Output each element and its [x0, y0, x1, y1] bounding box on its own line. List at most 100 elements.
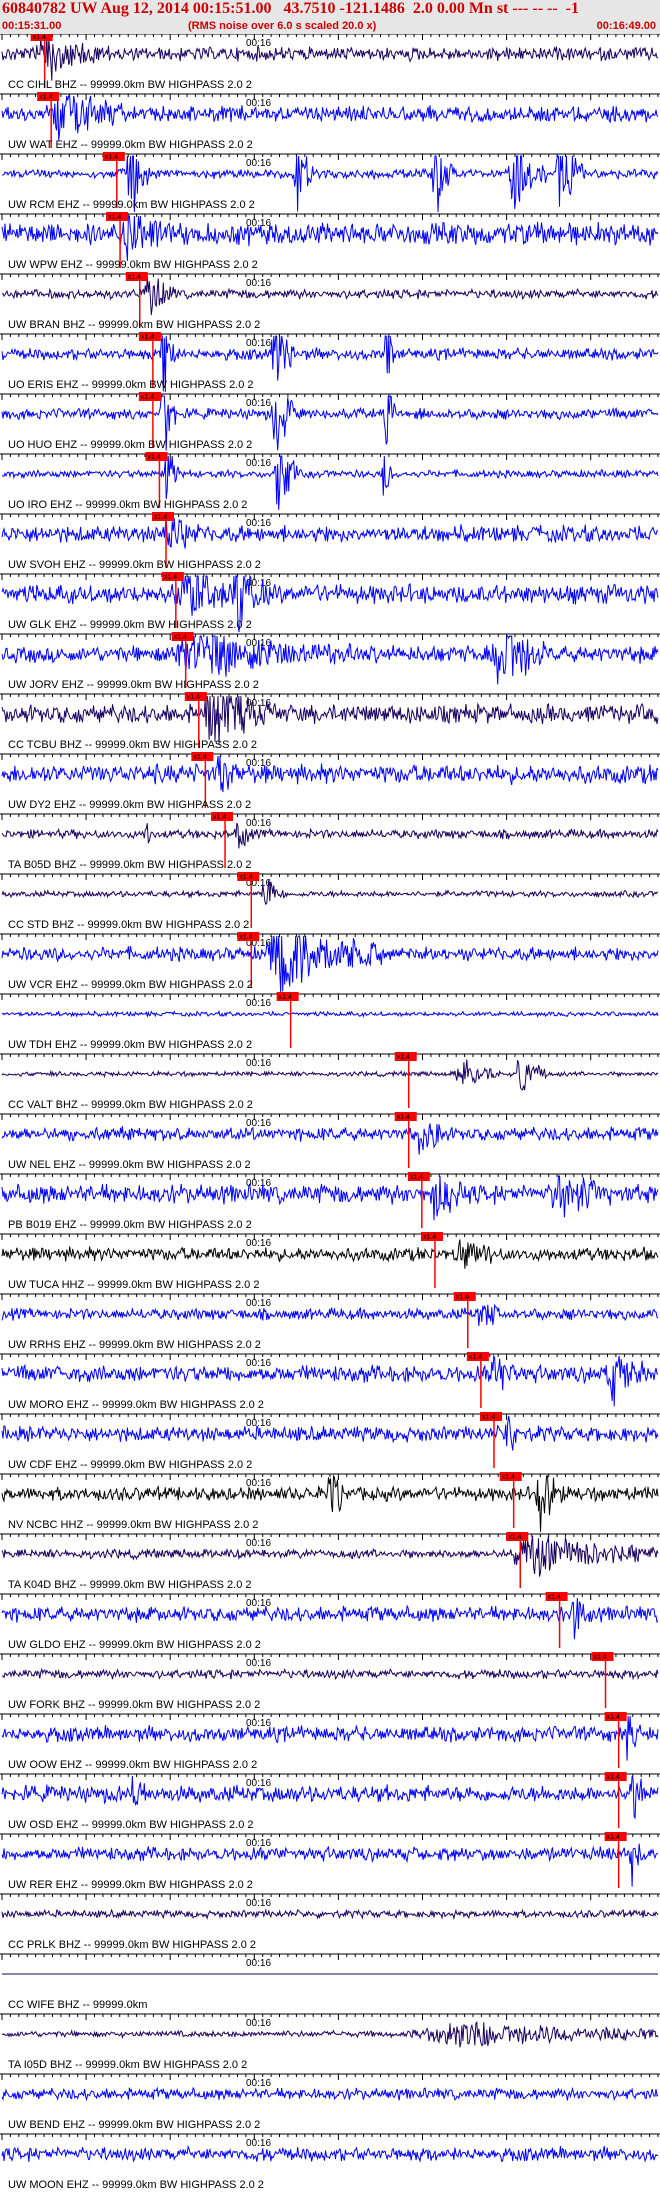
station-label: UW BEND EHZ -- 99999.0km BW HIGHPASS 2.0… [8, 2119, 260, 2131]
pick-label: x1.4 [193, 754, 206, 761]
time-ticks [1, 1834, 659, 1840]
waveform-trace [1, 517, 659, 549]
waveform-trace [1, 2020, 659, 2048]
station-label: TA B05D BHZ -- 99999.0km BW HIGHPASS 2.0… [8, 859, 252, 871]
station-label: UO HUO EHZ -- 99999.0km BW HIGHPASS 2.0 … [8, 439, 252, 451]
time-tick-label: 00:16 [246, 398, 271, 409]
waveform-trace [1, 35, 658, 81]
pick-label: x1.4 [147, 454, 160, 461]
time-tick-label: 00:16 [246, 1478, 271, 1489]
station-label: UW RER EHZ -- 99999.0km BW HIGHPASS 2.0 … [8, 1879, 253, 1891]
station-label: UW VCR EHZ -- 99999.0km BW HIGHPASS 2.0 … [8, 979, 253, 991]
time-tick-label: 00:16 [246, 1958, 271, 1969]
time-tick-label: 00:16 [246, 1898, 271, 1909]
time-tick-label: 00:16 [246, 2138, 271, 2149]
waveform-trace [1, 1059, 659, 1091]
time-ticks [1, 2014, 659, 2020]
time-ticks [1, 1954, 659, 1960]
waveform-trace [1, 215, 659, 261]
pick-label: x1.4 [187, 694, 200, 701]
station-label: CC STD BHZ -- 99999.0km BW HIGHPASS 2.0 … [8, 919, 249, 931]
time-ticks [1, 1114, 659, 1120]
pick-label: x1.4 [239, 874, 252, 881]
waveform-trace [1, 1303, 659, 1326]
waveform-trace [1, 1239, 659, 1269]
waveform-trace [1, 1715, 659, 1761]
waveform-trace [1, 695, 659, 745]
waveform-trace [1, 276, 659, 316]
pick-label: x1.4 [410, 1174, 423, 1181]
seismogram-plot: 00:16 x1.4 CC CIHL BHZ -- 99999.0km BW HIG… [0, 34, 660, 2191]
station-label: UW GLDO EHZ -- 99999.0km BW HIGHPASS 2.0… [8, 1639, 261, 1651]
station-label: UW TUCA HHZ -- 99999.0km BW HIGHPASS 2.0… [8, 1279, 259, 1291]
waveform-trace [1, 1415, 659, 1451]
time-tick-label: 00:16 [246, 1358, 271, 1369]
pick-label: x1.4 [141, 334, 154, 341]
pick-label: x1.4 [456, 1294, 469, 1301]
time-tick-label: 00:16 [246, 818, 271, 829]
pick-label: x1.4 [239, 934, 252, 941]
station-label: CC TCBU BHZ -- 99999.0km BW HIGHPASS 2.0… [8, 739, 257, 751]
pick-label: x1.4 [508, 1534, 521, 1541]
waveform-trace [1, 879, 659, 906]
station-label: UO IRO EHZ -- 99999.0km BW HIGHPASS 2.0 … [8, 499, 247, 511]
waveform-trace [1, 1775, 659, 1820]
time-tick-label: 00:16 [246, 1598, 271, 1609]
time-ticks [1, 454, 659, 460]
time-ticks [1, 94, 659, 100]
station-label: UW RCM EHZ -- 99999.0km BW HIGHPASS 2.0 … [8, 199, 255, 211]
time-tick-label: 00:16 [246, 1298, 271, 1309]
time-tick-label: 00:16 [246, 2078, 271, 2089]
time-ticks [1, 1414, 659, 1420]
waveform-trace [1, 1175, 659, 1221]
station-label: UW RRHS EHZ -- 99999.0km BW HIGHPASS 2.0… [8, 1339, 261, 1351]
waveform-trace [1, 635, 659, 685]
time-ticks [1, 334, 659, 340]
time-tick-label: 00:16 [246, 98, 271, 109]
time-ticks [1, 634, 659, 640]
station-label: PB B019 EHZ -- 99999.0km BW HIGHPASS 2.0… [8, 1219, 252, 1231]
time-ticks [1, 574, 659, 580]
pick-label: x1.4 [141, 394, 154, 401]
pick-label: x1.4 [128, 274, 141, 281]
time-ticks [1, 1054, 659, 1060]
waveform-trace [1, 822, 659, 849]
time-ticks [1, 1294, 659, 1300]
event-title: 60840782 UW Aug 12, 2014 00:15:51.00 43.… [2, 0, 579, 17]
station-label: UW JORV EHZ -- 99999.0km BW HIGHPASS 2.0… [8, 679, 259, 691]
station-label: CC PRLK BHZ -- 99999.0km BW HIGHPASS 2.0… [8, 1939, 256, 1951]
time-ticks [1, 994, 659, 1000]
station-label: UW MOON EHZ -- 99999.0km BW HIGHPASS 2.0… [8, 2179, 264, 2191]
station-label: NV NCBC HHZ -- 99999.0km BW HIGHPASS 2.0… [8, 1519, 258, 1531]
pick-label: x1.4 [548, 1594, 561, 1601]
station-label: UW NEL EHZ -- 99999.0km BW HIGHPASS 2.0 … [8, 1159, 251, 1171]
station-label: UW OSD EHZ -- 99999.0km BW HIGHPASS 2.0 … [8, 1819, 254, 1831]
pick-label: x1.4 [502, 1474, 515, 1481]
waveform-trace [1, 95, 659, 141]
time-tick-label: 00:16 [246, 1118, 271, 1129]
pick-label: x1.4 [594, 1654, 607, 1661]
pick-label: x1.4 [154, 514, 167, 521]
time-ticks [1, 1774, 659, 1780]
station-label: UW OOW EHZ -- 99999.0km BW HIGHPASS 2.0 … [8, 1759, 257, 1771]
station-label: TA K04D BHZ -- 99999.0km BW HIGHPASS 2.0… [8, 1579, 252, 1591]
pick-label: x1.4 [469, 1354, 482, 1361]
station-label: CC CIHL BHZ -- 99999.0km BW HIGHPASS 2.0… [8, 79, 252, 91]
time-tick-label: 00:16 [246, 998, 271, 1009]
waveform-trace [1, 1908, 659, 1921]
time-ticks [1, 394, 659, 400]
station-label: UW TDH EHZ -- 99999.0km BW HIGHPASS 2.0 … [8, 1039, 252, 1051]
station-label: UW FORK BHZ -- 99999.0km BW HIGHPASS 2.0… [8, 1699, 260, 1711]
station-label: CC VALT BHZ -- 99999.0km BW HIGHPASS 2.0… [8, 1099, 253, 1111]
pick-label: x1.4 [105, 154, 118, 161]
station-label: UW MORO EHZ -- 99999.0km BW HIGHPASS 2.0… [8, 1399, 264, 1411]
time-tick-label: 00:16 [246, 1838, 271, 1849]
pick-label: x1.4 [607, 1834, 620, 1841]
scaling-note: (RMS noise over 6.0 s scaled 20.0 x) [188, 20, 377, 32]
pick-label: x1.4 [279, 994, 292, 1001]
pick-label: x1.4 [397, 1114, 410, 1121]
time-tick-label: 00:16 [246, 1238, 271, 1249]
header-bar: 60840782 UW Aug 12, 2014 00:15:51.00 43.… [0, 0, 660, 34]
station-label: UW SVOH EHZ -- 99999.0km BW HIGHPASS 2.0… [8, 559, 261, 571]
time-tick-label: 00:16 [246, 158, 271, 169]
